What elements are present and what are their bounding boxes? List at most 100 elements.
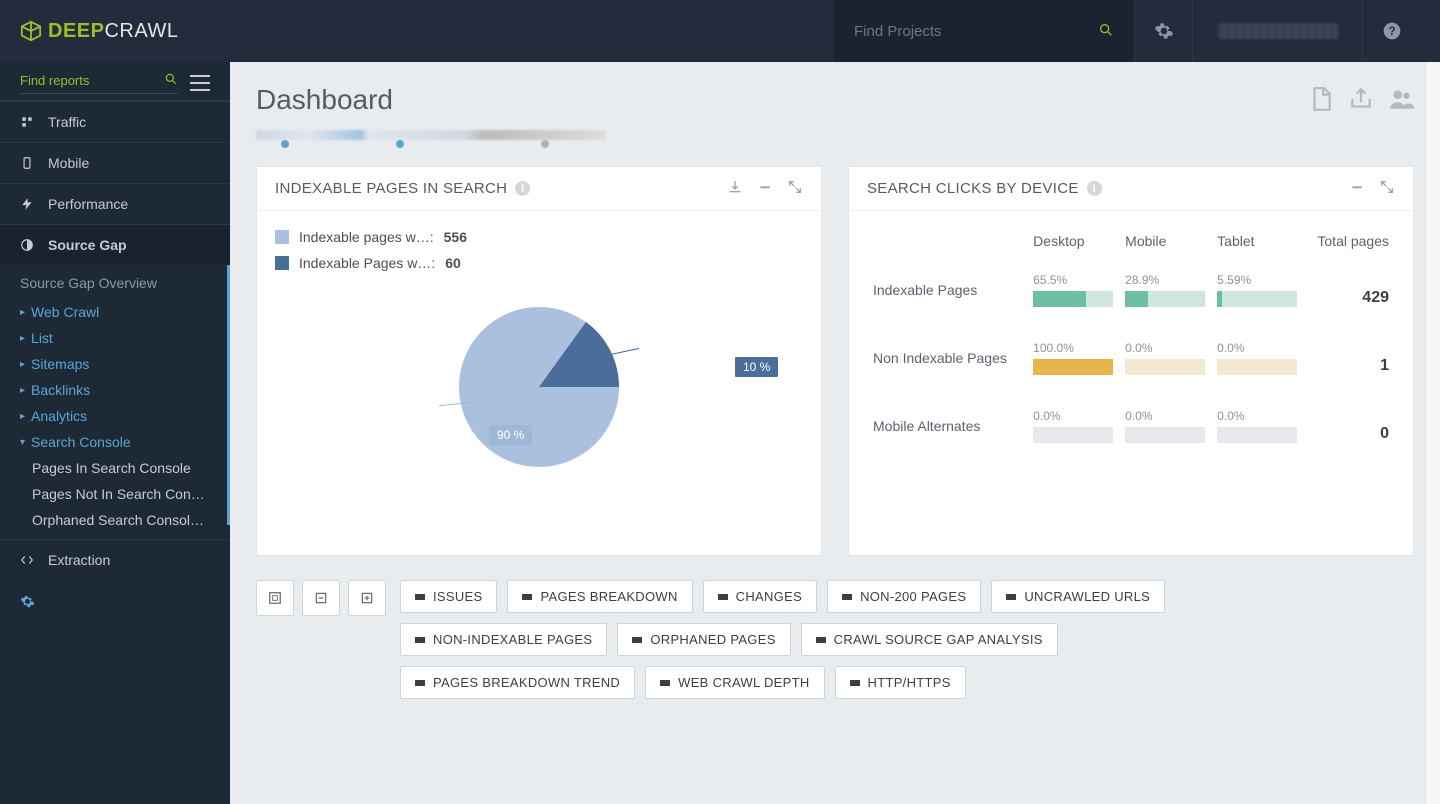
expand-icon[interactable]: [1379, 179, 1395, 198]
bar-track: [1217, 359, 1297, 375]
table-row[interactable]: Mobile Alternates0.0%0.0%0.0%0: [867, 403, 1395, 471]
crawl-timeline[interactable]: [256, 130, 606, 150]
bar-cell: 0.0%: [1119, 403, 1211, 471]
section-button-web-crawl-depth[interactable]: WEB CRAWL DEPTH: [645, 666, 824, 699]
tree-sitemaps[interactable]: ▸Sitemaps: [0, 351, 230, 377]
page-title: Dashboard: [256, 84, 393, 116]
main-content: Dashboard INDEXABLE PAGES IN SEARCH i: [230, 62, 1440, 804]
bar-track: [1125, 291, 1205, 307]
brand-logo[interactable]: DEEPCRAWL: [20, 20, 178, 43]
sidebar-settings[interactable]: [0, 580, 230, 626]
section-glyph-icon: [816, 637, 826, 643]
nav-source-gap[interactable]: Source Gap: [0, 224, 230, 265]
nav-traffic[interactable]: Traffic: [0, 101, 230, 142]
menu-toggle-icon[interactable]: [190, 75, 210, 91]
section-button-issues[interactable]: ISSUES: [400, 580, 497, 613]
help-button[interactable]: ?: [1362, 0, 1420, 62]
expand-icon[interactable]: [787, 179, 803, 198]
pdf-export-icon[interactable]: [1308, 86, 1334, 115]
bar-cell: 0.0%: [1211, 335, 1303, 403]
timeline-point[interactable]: [281, 140, 289, 148]
tree-list[interactable]: ▸List: [0, 325, 230, 351]
info-icon[interactable]: i: [515, 181, 530, 196]
minimize-icon[interactable]: [1349, 179, 1365, 198]
bar-fill: [1033, 359, 1113, 375]
bar-cell: 65.5%: [1027, 267, 1119, 335]
bar-pct: 0.0%: [1033, 409, 1113, 423]
search-icon: [164, 72, 178, 89]
section-button-non-200-pages[interactable]: NON-200 PAGES: [827, 580, 981, 613]
bar-track: [1125, 359, 1205, 375]
section-button-pages-breakdown-trend[interactable]: PAGES BREAKDOWN TREND: [400, 666, 635, 699]
info-icon[interactable]: i: [1087, 181, 1102, 196]
bar-cell: 0.0%: [1211, 403, 1303, 471]
topbar-search-input[interactable]: [854, 23, 1054, 40]
bar-track: [1033, 359, 1113, 375]
timeline-point[interactable]: [541, 140, 549, 148]
table-row[interactable]: Indexable Pages65.5%28.9%5.59%429: [867, 267, 1395, 335]
users-icon[interactable]: [1388, 86, 1414, 115]
search-icon: [1098, 22, 1114, 41]
tree-child[interactable]: Pages In Search Console: [0, 455, 230, 481]
sidebar-search-input[interactable]: [20, 73, 130, 88]
bar-pct: 0.0%: [1217, 409, 1297, 423]
nav-extraction[interactable]: Extraction: [0, 539, 230, 580]
tree-label: Analytics: [31, 408, 87, 424]
col-tablet: Tablet: [1211, 229, 1303, 267]
layout-expand-button[interactable]: [348, 580, 386, 616]
section-glyph-icon: [1006, 594, 1016, 600]
section-button-pages-breakdown[interactable]: PAGES BREAKDOWN: [507, 580, 692, 613]
share-icon[interactable]: [1348, 86, 1374, 115]
source-gap-overview-heading[interactable]: Source Gap Overview: [0, 265, 230, 299]
col-mobile: Mobile: [1119, 229, 1211, 267]
download-icon[interactable]: [727, 179, 743, 198]
pie-label-minor: 10 %: [735, 357, 778, 377]
traffic-icon: [20, 115, 34, 129]
tree-child[interactable]: Orphaned Search Consol…: [0, 507, 230, 533]
nav-mobile[interactable]: Mobile: [0, 142, 230, 183]
nav-performance[interactable]: Performance: [0, 183, 230, 224]
table-row[interactable]: Non Indexable Pages100.0%0.0%0.0%1: [867, 335, 1395, 403]
total-value: 429: [1362, 289, 1389, 306]
section-glyph-icon: [415, 637, 425, 643]
col-total: Total pages: [1303, 229, 1395, 267]
bar-pct: 0.0%: [1125, 409, 1205, 423]
bar-cell: 0.0%: [1119, 335, 1211, 403]
total-value: 1: [1380, 357, 1389, 374]
minimize-icon[interactable]: [757, 179, 773, 198]
caret-icon: ▸: [20, 333, 25, 344]
timeline-point[interactable]: [396, 140, 404, 148]
bar-track: [1033, 291, 1113, 307]
section-button-http-https[interactable]: HTTP/HTTPS: [835, 666, 966, 699]
settings-button[interactable]: [1134, 0, 1192, 62]
topbar: DEEPCRAWL ?: [0, 0, 1440, 62]
tree-analytics[interactable]: ▸ Analytics: [0, 403, 230, 429]
section-button-label: PAGES BREAKDOWN: [540, 589, 677, 604]
contrast-icon: [20, 238, 34, 252]
caret-icon: ▸: [20, 411, 25, 422]
tree-child[interactable]: Pages Not In Search Con…: [0, 481, 230, 507]
section-glyph-icon: [632, 637, 642, 643]
layout-grid-button[interactable]: [256, 580, 294, 616]
scrollbar[interactable]: [1425, 62, 1440, 804]
topbar-search[interactable]: [834, 0, 1134, 62]
bar-fill: [1125, 291, 1148, 307]
user-name-redacted: [1218, 23, 1338, 39]
legend-swatch: [275, 230, 289, 244]
layout-collapse-button[interactable]: [302, 580, 340, 616]
svg-text:?: ?: [1388, 25, 1395, 38]
brand-text: DEEPCRAWL: [48, 20, 178, 43]
tree-search-console[interactable]: ▾Search Console: [0, 429, 230, 455]
section-button-crawl-source-gap-analysis[interactable]: CRAWL SOURCE GAP ANALYSIS: [801, 623, 1058, 656]
legend-item[interactable]: Indexable pages w…: 556: [275, 229, 803, 245]
bar-cell: 100.0%: [1027, 335, 1119, 403]
bar-track: [1033, 427, 1113, 443]
section-button-non-indexable-pages[interactable]: NON-INDEXABLE PAGES: [400, 623, 607, 656]
user-menu[interactable]: [1192, 0, 1362, 62]
legend-item[interactable]: Indexable Pages w…: 60: [275, 255, 803, 271]
section-button-orphaned-pages[interactable]: ORPHANED PAGES: [617, 623, 790, 656]
tree-backlinks[interactable]: ▸Backlinks: [0, 377, 230, 403]
tree-web-crawl[interactable]: ▸Web Crawl: [0, 299, 230, 325]
section-button-changes[interactable]: CHANGES: [703, 580, 817, 613]
section-button-uncrawled-urls[interactable]: UNCRAWLED URLS: [991, 580, 1165, 613]
